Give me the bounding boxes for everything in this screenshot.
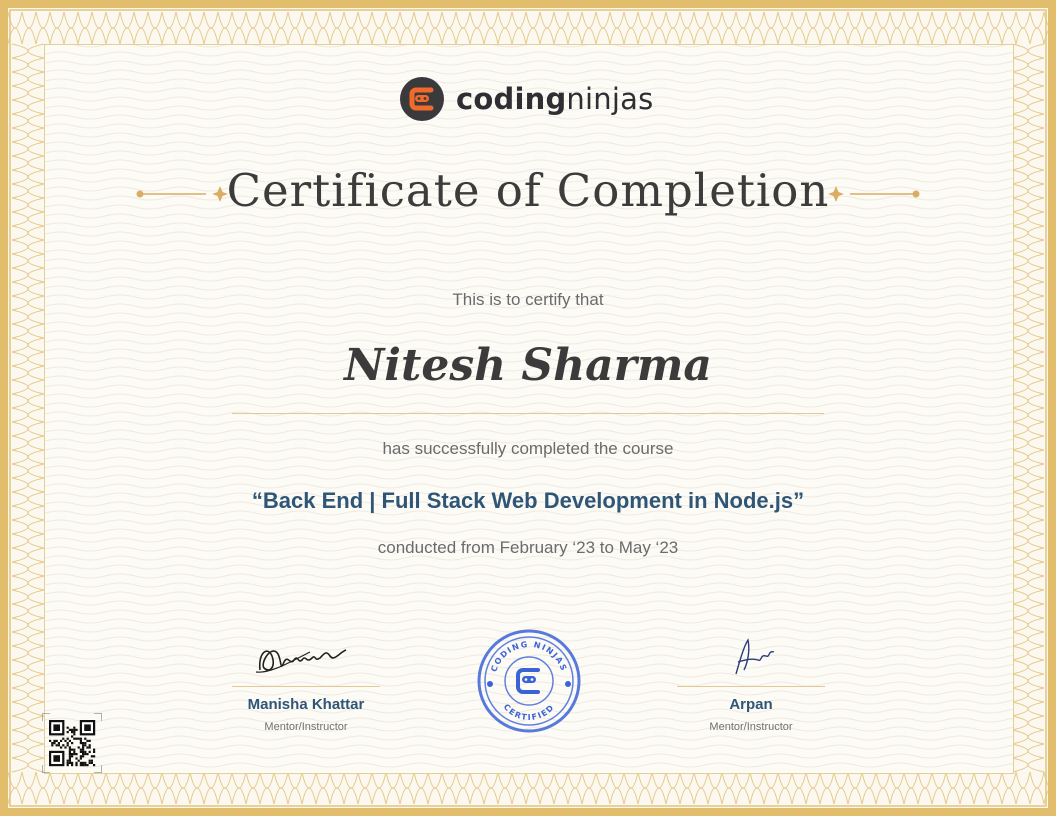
course-title: “Back End | Full Stack Web Development i…	[251, 488, 805, 513]
signature-right	[735, 638, 775, 675]
brand-name-light: ninjas	[566, 82, 654, 116]
qr-code-icon[interactable]	[42, 713, 102, 773]
course-duration: conducted from February ‘23 to May ‘23	[377, 538, 679, 557]
recipient-underline	[232, 413, 824, 414]
certified-stamp-icon: CODING NINJAS CERTIFIED	[477, 629, 581, 733]
certify-text: This is to certify that	[452, 290, 604, 309]
brand-wordmark: codingninjas	[456, 82, 653, 116]
completed-text: has successfully completed the course	[382, 439, 674, 458]
signatory-left-role: Mentor/Instructor	[264, 721, 348, 733]
signature-right-line	[677, 686, 825, 687]
brand-logo: codingninjas	[400, 76, 653, 122]
certificate-page: codingninjas Certificate of Completion T…	[0, 0, 1056, 816]
brand-name-bold: coding	[456, 82, 567, 116]
signature-left-line	[232, 686, 380, 687]
signatory-right-name: Arpan	[729, 696, 773, 713]
signatory-right-role: Mentor/Instructor	[709, 721, 793, 733]
signatory-left-name: Manisha Khattar	[247, 696, 365, 713]
signature-left	[255, 649, 347, 673]
certificate-title: Certificate of Completion	[226, 164, 830, 217]
coding-ninjas-logo-icon	[400, 77, 444, 121]
recipient-name: Nitesh Sharma	[344, 340, 712, 391]
